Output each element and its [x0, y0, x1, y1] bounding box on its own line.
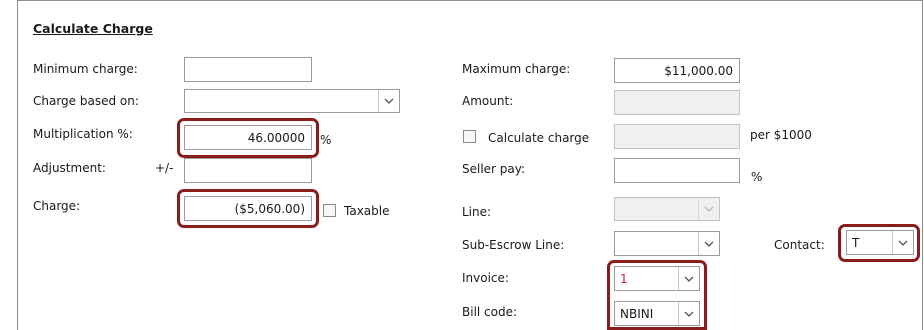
chevron-down-icon[interactable]	[698, 232, 719, 255]
maximum-charge-input[interactable]: $11,000.00	[614, 58, 740, 83]
invoice-billcode-highlight	[607, 260, 707, 330]
multiplication-label: Multiplication %:	[33, 127, 133, 141]
charge-based-on-select[interactable]	[184, 89, 400, 113]
sub-escrow-line-label: Sub-Escrow Line:	[462, 238, 565, 252]
charge-highlight	[177, 189, 319, 228]
chevron-down-icon	[698, 198, 719, 220]
charge-label: Charge:	[33, 199, 81, 213]
chevron-down-icon[interactable]	[378, 90, 399, 112]
calculate-charge-label: Calculate charge	[488, 131, 590, 145]
minimum-charge-input[interactable]	[184, 57, 312, 82]
seller-pay-label: Seller pay:	[462, 162, 526, 176]
maximum-charge-value: $11,000.00	[664, 63, 733, 78]
contact-label: Contact:	[774, 238, 825, 252]
seller-pay-input[interactable]	[614, 158, 740, 183]
adjustment-input[interactable]	[184, 158, 312, 183]
seller-pay-unit: %	[751, 170, 763, 184]
per-thousand-label: per $1000	[750, 128, 812, 142]
contact-highlight	[838, 224, 920, 262]
multiplication-highlight	[177, 118, 319, 158]
adjustment-sign: +/-	[155, 161, 174, 175]
minimum-charge-label: Minimum charge:	[33, 62, 138, 76]
amount-label: Amount:	[462, 94, 514, 108]
invoice-label: Invoice:	[462, 271, 509, 285]
amount-input	[614, 90, 740, 115]
section-title: Calculate Charge	[33, 21, 153, 36]
line-select	[614, 197, 720, 221]
bill-code-label: Bill code:	[462, 305, 518, 319]
sub-escrow-line-select[interactable]	[614, 231, 720, 256]
charge-based-on-label: Charge based on:	[33, 94, 139, 108]
calculate-charge-checkbox[interactable]	[463, 130, 476, 143]
taxable-label: Taxable	[344, 204, 390, 218]
maximum-charge-label: Maximum charge:	[462, 62, 571, 76]
taxable-checkbox[interactable]	[323, 204, 336, 217]
calculate-charge-input	[614, 124, 740, 149]
multiplication-unit: %	[320, 133, 332, 147]
line-label: Line:	[462, 205, 492, 219]
adjustment-label: Adjustment:	[33, 161, 106, 175]
